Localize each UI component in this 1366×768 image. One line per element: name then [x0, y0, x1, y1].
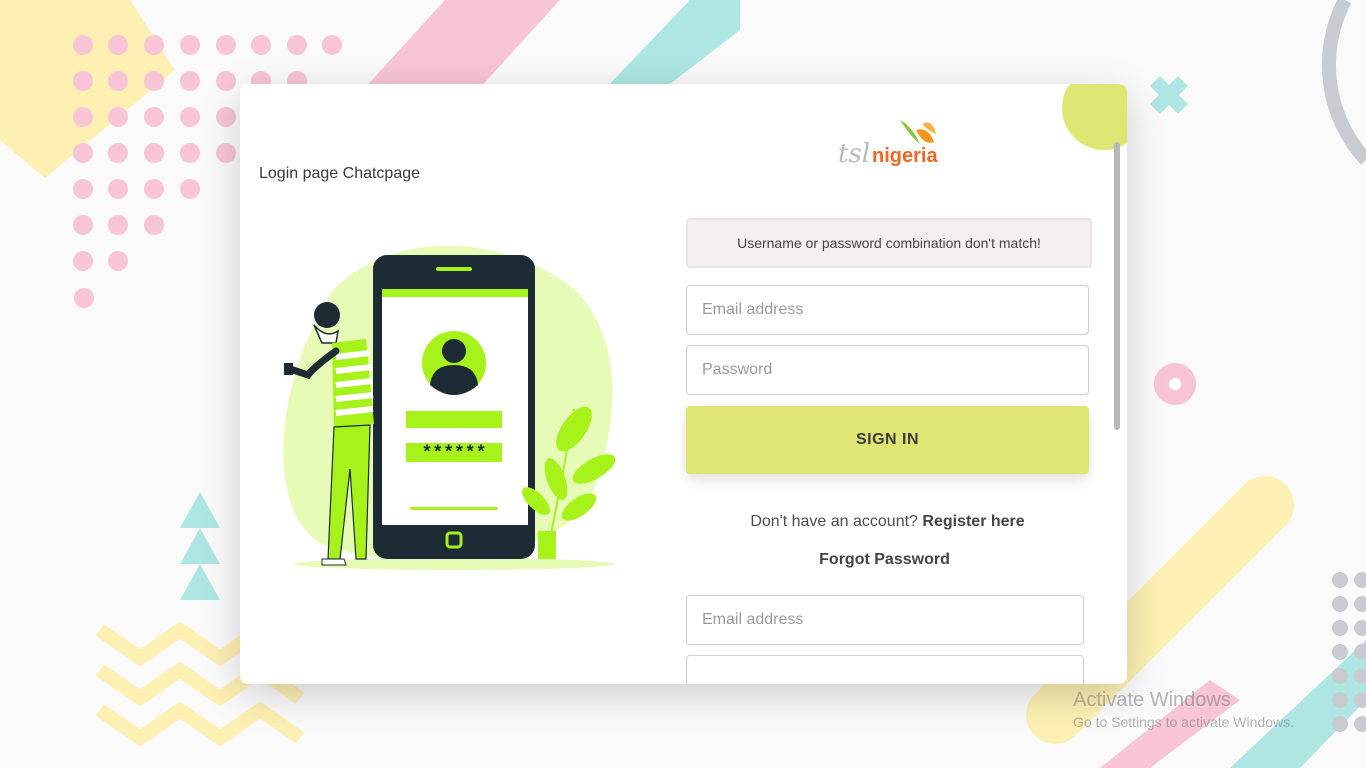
scrollbar-thumb[interactable]: [1114, 142, 1120, 430]
next-field-partial: [686, 655, 1084, 684]
password-field[interactable]: [686, 345, 1089, 395]
email-field[interactable]: [686, 285, 1089, 335]
tsl-nigeria-logo: tsl nigeria: [838, 120, 938, 169]
register-prompt-text: Don't have an account?: [750, 513, 918, 530]
password-mask-text: ******: [422, 444, 487, 464]
forgot-password-link[interactable]: Forgot Password: [686, 551, 1083, 569]
watermark-subtitle: Go to Settings to activate Windows.: [1073, 714, 1294, 730]
register-prompt: Don't have an account? Register here: [686, 513, 1089, 531]
decorative-circle: [1062, 84, 1127, 150]
login-error-alert: Username or password combination don't m…: [686, 218, 1092, 268]
logo-prefix-text: tsl: [838, 139, 870, 169]
page-caption: Login page Chatcpage: [259, 165, 421, 182]
register-link[interactable]: Register here: [922, 513, 1024, 530]
alert-message: Username or password combination don't m…: [737, 235, 1041, 251]
sign-in-button[interactable]: SIGN IN: [686, 406, 1089, 474]
login-card: Login page Chatcpage ****** tsl nigeria …: [240, 84, 1127, 684]
watermark-title: Activate Windows: [1073, 689, 1231, 711]
forgot-email-field[interactable]: [686, 595, 1084, 645]
windows-activation-watermark: Activate Windows Go to Settings to activ…: [1073, 689, 1294, 730]
phone-login-illustration: ******: [283, 245, 616, 570]
logo-name-text: nigeria: [872, 145, 938, 167]
